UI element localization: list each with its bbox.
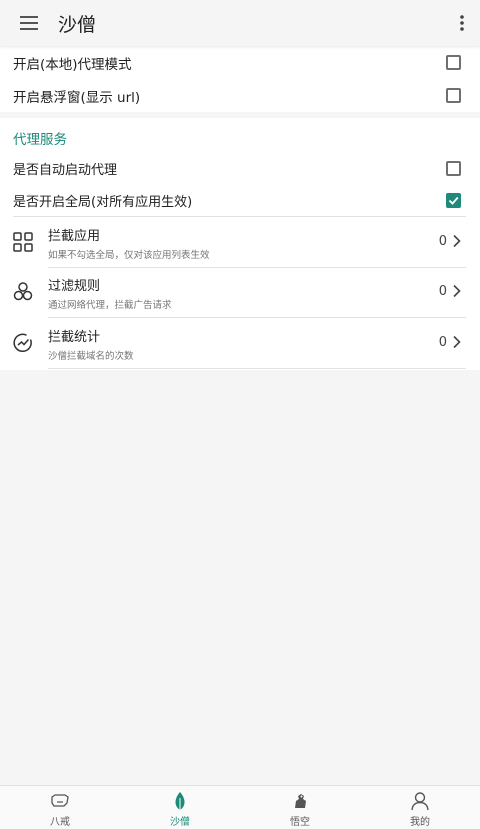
- global-checkbox[interactable]: [446, 192, 461, 208]
- intercept-apps-item[interactable]: 拦截应用 如果不勾选全局，仅对该应用列表生效 0: [0, 217, 480, 267]
- item-title: 拦截统计: [48, 330, 101, 345]
- tab-shaseng[interactable]: 沙僧: [120, 786, 240, 829]
- item-count: 0: [438, 284, 447, 299]
- option-global[interactable]: 是否开启全局(对所有应用生效): [0, 184, 480, 216]
- chevron-right-icon: [453, 284, 461, 298]
- bottom-navigation: 八戒 沙僧 悟空 我的: [0, 785, 480, 829]
- general-settings-card: 开启(本地)代理模式 开启悬浮窗(显示 url): [0, 46, 480, 112]
- floating-window-checkbox[interactable]: [446, 88, 461, 103]
- menu-button[interactable]: [0, 0, 58, 46]
- overflow-menu-button[interactable]: [444, 0, 480, 46]
- chart-circle-icon: [13, 333, 32, 353]
- tab-label: 八戒: [50, 817, 70, 828]
- section-title: 代理服务: [13, 132, 67, 148]
- tab-label: 悟空: [290, 817, 310, 828]
- filter-rules-item[interactable]: 过滤规则 通过网络代理，拦截广告请求 0: [0, 267, 480, 317]
- local-proxy-checkbox[interactable]: [446, 55, 461, 70]
- item-subtitle: 如果不勾选全局，仅对该应用列表生效: [48, 250, 210, 261]
- tab-bajie[interactable]: 八戒: [0, 786, 120, 829]
- item-subtitle: 通过网络代理，拦截广告请求: [48, 300, 172, 311]
- item-title: 拦截应用: [48, 229, 101, 244]
- more-vert-icon: [460, 15, 464, 31]
- pig-icon: [51, 794, 69, 807]
- tab-label: 我的: [410, 817, 430, 828]
- setting-floating-window[interactable]: 开启悬浮窗(显示 url): [0, 79, 480, 112]
- person-icon: [411, 792, 429, 811]
- hexagon-cluster-icon: [13, 282, 33, 301]
- chevron-right-icon: [453, 335, 461, 349]
- item-count: 0: [438, 335, 447, 350]
- setting-label: 开启悬浮窗(显示 url): [13, 89, 141, 106]
- item-subtitle: 沙僧拦截域名的次数: [48, 351, 134, 362]
- tab-label: 沙僧: [170, 817, 190, 828]
- intercept-stats-item[interactable]: 拦截统计 沙僧拦截域名的次数 0: [0, 318, 480, 368]
- hamburger-icon: [20, 16, 38, 30]
- check-icon: [448, 196, 459, 205]
- setting-local-proxy[interactable]: 开启(本地)代理模式: [0, 46, 480, 79]
- item-title: 过滤规则: [48, 279, 101, 294]
- monkey-icon: [295, 794, 306, 808]
- divider: [48, 368, 466, 369]
- app-bar: 沙僧: [0, 0, 480, 46]
- chevron-right-icon: [453, 234, 461, 248]
- leaf-icon: [175, 792, 185, 810]
- option-label: 是否自动启动代理: [13, 162, 118, 178]
- tab-wukong[interactable]: 悟空: [240, 786, 360, 829]
- page-title: 沙僧: [58, 13, 97, 36]
- option-label: 是否开启全局(对所有应用生效): [13, 194, 193, 210]
- option-auto-start[interactable]: 是否自动启动代理: [0, 152, 480, 184]
- auto-start-checkbox[interactable]: [446, 160, 461, 176]
- grid-icon: [13, 232, 33, 252]
- setting-label: 开启(本地)代理模式: [13, 56, 132, 73]
- tab-mine[interactable]: 我的: [360, 786, 480, 829]
- item-count: 0: [438, 234, 447, 249]
